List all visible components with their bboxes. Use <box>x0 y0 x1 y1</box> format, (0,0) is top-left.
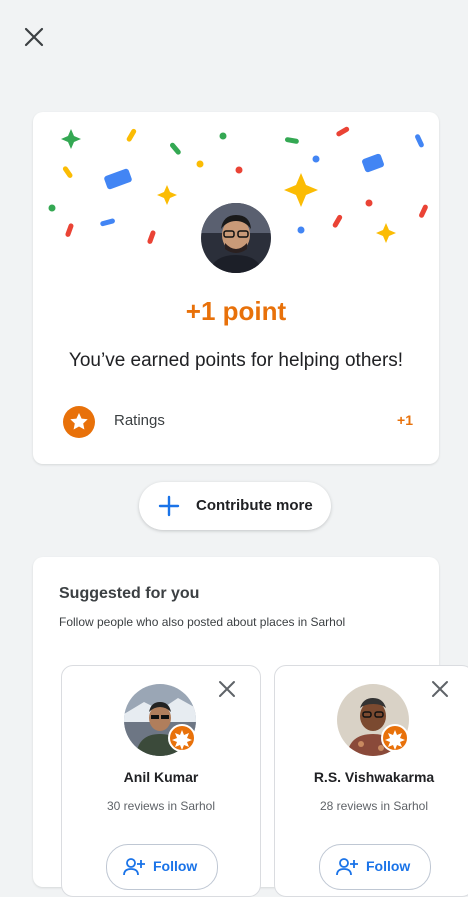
suggested-subtitle: Follow people who also posted about plac… <box>59 615 346 629</box>
ratings-label: Ratings <box>114 412 165 429</box>
contribute-more-label: Contribute more <box>196 497 313 514</box>
person-name: R.S. Vishwakarma <box>313 769 435 785</box>
person-card: Anil Kumar 30 reviews in Sarhol Follow <box>61 665 261 897</box>
local-guide-badge-icon <box>168 724 196 752</box>
person-card: R.S. Vishwakarma 28 reviews in Sarhol Fo… <box>274 665 468 897</box>
person-reviews: 28 reviews in Sarhol <box>319 799 429 813</box>
contribute-more-button[interactable]: Contribute more <box>139 482 331 530</box>
follow-button[interactable]: Follow <box>319 844 431 890</box>
points-subtitle: You’ve earned points for helping others! <box>68 350 404 371</box>
close-icon[interactable] <box>22 25 46 49</box>
plus-icon <box>158 495 180 517</box>
suggested-title: Suggested for you <box>59 585 200 602</box>
dismiss-icon[interactable] <box>218 680 236 698</box>
add-person-icon <box>123 858 145 876</box>
follow-label: Follow <box>153 858 198 874</box>
follow-label: Follow <box>366 858 411 874</box>
add-person-icon <box>336 858 358 876</box>
local-guide-badge-icon <box>381 724 409 752</box>
ratings-row: Ratings +1 <box>63 404 413 438</box>
points-title: +1 point <box>185 296 287 326</box>
follow-button[interactable]: Follow <box>106 844 218 890</box>
person-name: Anil Kumar <box>123 769 199 785</box>
star-badge-icon <box>63 406 95 438</box>
person-reviews: 30 reviews in Sarhol <box>106 799 216 813</box>
suggested-card: Suggested for you Follow people who also… <box>33 557 468 897</box>
profile-avatar <box>201 203 271 273</box>
dismiss-icon[interactable] <box>431 680 449 698</box>
points-card: +1 point You’ve earned points for helpin… <box>33 112 439 464</box>
ratings-value: +1 <box>397 412 413 428</box>
